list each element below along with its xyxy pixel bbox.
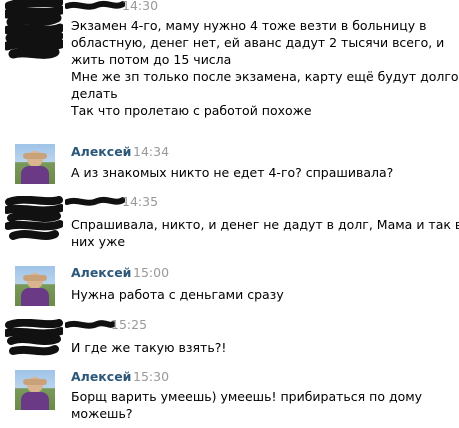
message-1: 14:30 Экзамен 4-го, маму нужно 4 тоже ве… <box>0 0 459 135</box>
message-timestamp: 15:30 <box>133 369 170 384</box>
avatar[interactable] <box>15 370 55 410</box>
censored-name-scribble <box>65 0 125 10</box>
author-name[interactable]: Алексей <box>71 265 131 280</box>
message-2: Алексей 14:34 А из знакомых никто не еде… <box>0 140 459 190</box>
message-timestamp: 14:30 <box>122 0 159 13</box>
message-4: Алексей 15:00 Нужна работа с деньгами ср… <box>0 262 459 314</box>
message-3: 14:35 Спрашивала, никто, и денег не даду… <box>0 192 459 260</box>
message-text: Борщ варить умеешь) умеешь! прибираться … <box>71 389 423 421</box>
message-6: Алексей 15:30 Борщ варить умеешь) умеешь… <box>0 366 459 428</box>
censored-name-scribble <box>65 320 115 329</box>
censored-avatar-scribble <box>5 196 63 240</box>
message-text: Спрашивала, никто, и денег не дадут в до… <box>71 217 459 249</box>
censored-avatar-scribble <box>5 319 63 356</box>
censored-avatar-scribble <box>5 0 63 59</box>
message-text: Нужна работа с деньгами сразу <box>71 287 284 302</box>
message-timestamp: 14:35 <box>122 194 159 209</box>
message-timestamp: 15:00 <box>133 265 170 280</box>
message-timestamp: 14:34 <box>133 144 170 159</box>
message-text: И где же такую взять?! <box>71 340 227 355</box>
author-name[interactable]: Алексей <box>71 369 131 384</box>
author-name[interactable]: Алексей <box>71 144 131 159</box>
censored-name-scribble <box>65 196 125 206</box>
avatar[interactable] <box>15 144 55 184</box>
message-5: 15:25 И где же такую взять?! <box>0 315 459 363</box>
message-text: Экзамен 4-го, маму нужно 4 тоже везти в … <box>71 18 459 118</box>
message-timestamp: 15:25 <box>111 317 148 332</box>
message-text: А из знакомых никто не едет 4-го? спраши… <box>71 165 394 180</box>
avatar[interactable] <box>15 266 55 306</box>
